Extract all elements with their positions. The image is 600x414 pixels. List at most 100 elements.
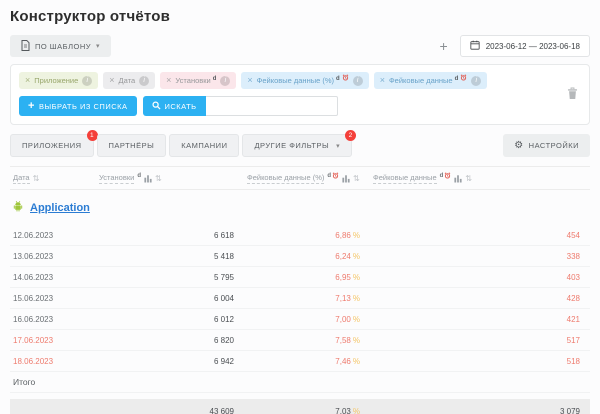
sort-icon[interactable]: ⇅ [33,174,40,183]
column-superscript: d [137,173,141,179]
alarm-icon [444,171,451,179]
chip-remove-icon[interactable]: × [247,76,252,85]
table-row[interactable]: 17.06.2023 6 820 7,58 517 [10,330,590,351]
date-cell: 13.06.2023 [13,251,54,261]
fake-percent-cell: 6,95 [244,273,370,282]
bar-chart-icon[interactable] [144,174,152,183]
totals-row: 43 609 7,03 3 079 [10,399,590,414]
chip-label: Фейковые данные (%) [256,76,335,85]
column-superscript: d [439,173,444,179]
tab[interactable]: Партнёры ▾ [96,134,167,157]
filter-chip[interactable]: × Фейковые данные d i [373,72,488,89]
table-row[interactable]: 18.06.2023 6 942 7,46 518 [10,351,590,372]
column-header[interactable]: Дата ⇅ [10,173,96,184]
filter-chips: × Приложение i × Дата i × Установки d i … [19,72,555,89]
column-label: Установки [99,172,135,184]
fake-percent-cell: 6,86 [244,231,370,240]
date-cell: 12.06.2023 [13,230,54,240]
add-report-button[interactable]: + [440,39,448,53]
android-icon [12,199,24,217]
fake-percent-cell: 7,46 [244,357,370,366]
alarm-icon [332,171,339,179]
chip-remove-icon[interactable]: × [109,76,114,85]
application-link[interactable]: Application [30,202,90,214]
group-row: Application [10,190,590,225]
totals-fake-percent: 7,03 [244,407,370,414]
installs-cell: 5 418 [213,251,234,261]
sort-icon[interactable]: ⇅ [353,174,360,183]
toolbar-right: + 2023-06-12 — 2023-06-18 [440,35,590,57]
table-row[interactable]: 15.06.2023 6 004 7,13 428 [10,288,590,309]
totals-label: Итого [13,377,36,387]
table-row[interactable]: 16.06.2023 6 012 7,00 421 [10,309,590,330]
info-icon[interactable]: i [139,75,150,86]
plus-icon: + [28,99,35,112]
date-range-label: 2023-06-12 — 2023-06-18 [485,41,580,51]
date-cell: 16.06.2023 [13,314,54,324]
info-icon[interactable]: i [352,75,363,86]
sort-icon[interactable]: ⇅ [465,174,472,183]
chip-label: Дата [118,76,136,85]
fake-percent-cell: 6,24 [244,252,370,261]
fake-count-cell: 517 [566,335,580,345]
select-from-list-button[interactable]: + Выбрать из списка [19,96,137,116]
fake-count-cell: 338 [566,251,580,261]
search-button[interactable]: Искать [142,96,206,116]
chevron-down-icon: ▾ [336,142,341,150]
trash-icon[interactable] [567,87,578,103]
tab-badge: 2 [345,130,357,141]
info-icon[interactable]: i [220,75,231,86]
chip-superscript: d [336,75,340,82]
column-label: Дата [13,172,30,184]
fake-count-cell: 454 [566,230,580,240]
alarm-icon [342,74,349,81]
filter-chip[interactable]: × Фейковые данные (%) d i [241,72,369,89]
table-row[interactable]: 12.06.2023 6 618 6,86 454 [10,225,590,246]
tab[interactable]: Приложения ▾ 1 [10,130,98,157]
sort-icon[interactable]: ⇅ [155,174,162,183]
chip-label: Установки [175,76,211,85]
filter-chip[interactable]: × Установки d i [160,72,237,89]
toolbar: По шаблону ▾ + 2023-06-12 — 2023-06-18 [10,35,590,57]
settings-button[interactable]: ⚙ Настройки [503,134,590,157]
fake-percent-cell: 7,00 [244,315,370,324]
table-row[interactable]: 13.06.2023 5 418 6,24 338 [10,246,590,267]
gear-icon: ⚙ [514,139,524,151]
column-label: Фейковые данные (%) [247,172,325,184]
template-button[interactable]: По шаблону ▾ [10,35,112,57]
installs-cell: 6 618 [213,230,234,240]
filter-chip[interactable]: × Приложение i [19,72,99,89]
chip-label: Приложение [34,76,79,85]
filter-actions: + Выбрать из списка Искать [19,96,555,116]
fake-percent-cell: 7,13 [244,294,370,303]
settings-button-label: Настройки [528,141,579,150]
fake-count-cell: 518 [566,356,580,366]
tab[interactable]: Кампании ▾ [169,134,240,157]
calendar-icon [470,40,480,52]
tab-label: Другие фильтры [254,141,330,150]
chip-label: Фейковые данные [388,76,453,85]
chip-remove-icon[interactable]: × [25,76,30,85]
tab[interactable]: Другие фильтры ▾ 2 [242,130,357,157]
chevron-down-icon: ▾ [96,43,101,50]
search-input[interactable] [205,96,338,116]
table-row[interactable]: 14.06.2023 5 795 6,95 403 [10,267,590,288]
bar-chart-icon[interactable] [342,174,350,183]
installs-cell: 6 820 [213,335,234,345]
date-cell: 18.06.2023 [13,356,54,366]
column-header[interactable]: Фейковые данные (%) d ⇅ [244,171,370,184]
column-label: Фейковые данные [373,172,437,184]
column-header[interactable]: Фейковые данные d ⇅ [370,171,590,184]
table-body: 12.06.2023 6 618 6,86 454 13.06.2023 5 4… [10,225,590,372]
info-icon[interactable]: i [82,75,93,86]
totals-label-row: Итого [10,372,590,393]
chip-remove-icon[interactable]: × [166,76,171,85]
column-header[interactable]: Установки d ⇅ [96,173,244,184]
chip-remove-icon[interactable]: × [380,76,385,85]
info-icon[interactable]: i [471,75,482,86]
table-header: Дата ⇅ Установки d ⇅ Фейковые данные (%)… [10,166,590,190]
date-cell: 14.06.2023 [13,272,54,282]
filter-chip[interactable]: × Дата i [103,72,156,89]
bar-chart-icon[interactable] [454,174,462,183]
date-range-button[interactable]: 2023-06-12 — 2023-06-18 [459,35,590,57]
